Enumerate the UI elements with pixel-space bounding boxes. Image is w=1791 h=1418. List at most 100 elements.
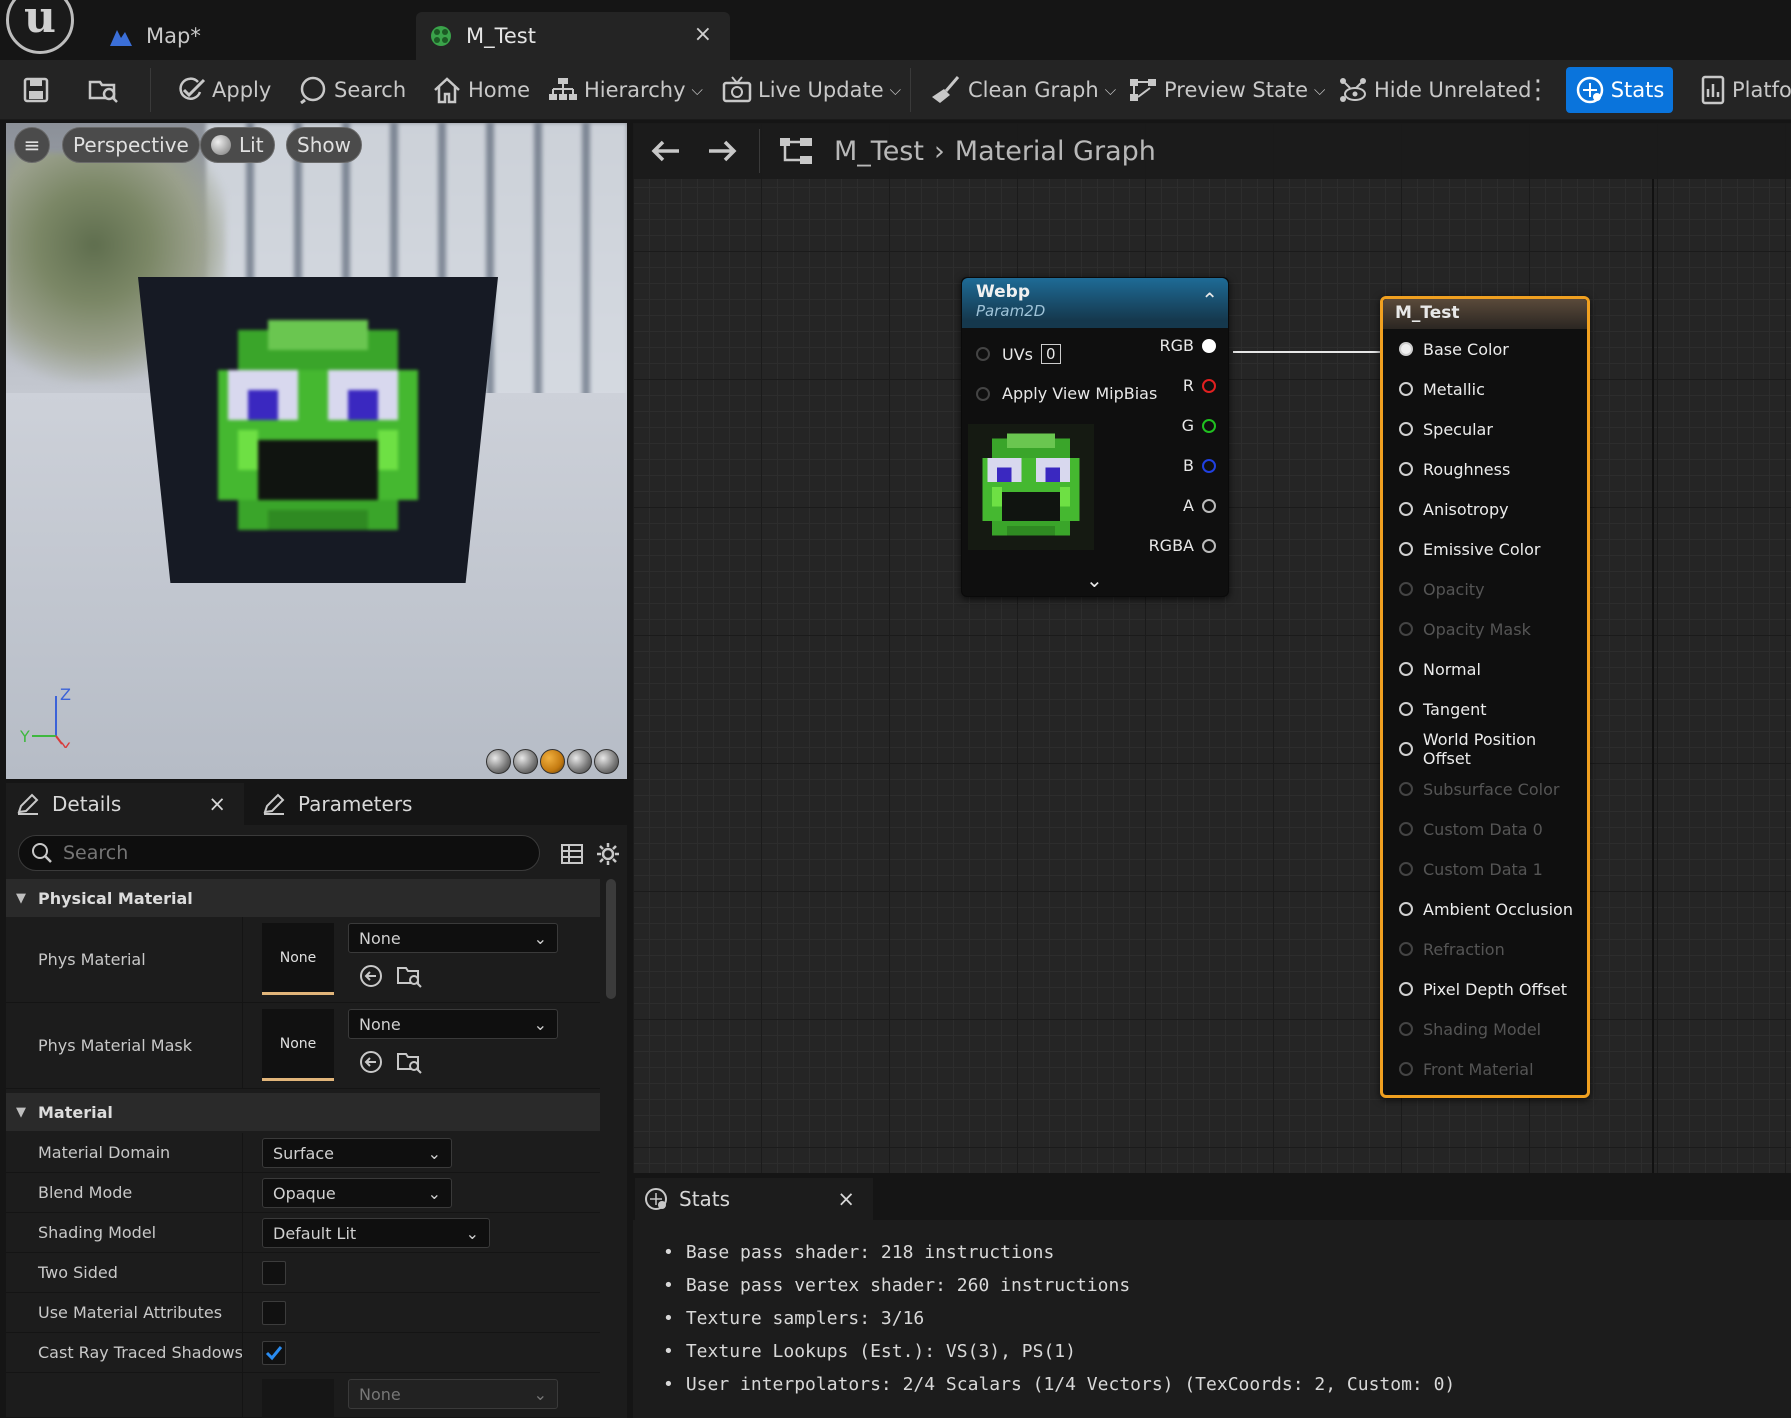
tab-parameters[interactable]: Parameters bbox=[252, 783, 532, 825]
input-pin[interactable]: Custom Data 1 bbox=[1399, 857, 1543, 881]
input-pin[interactable]: Shading Model bbox=[1399, 1017, 1541, 1041]
input-pin[interactable]: Base Color bbox=[1399, 337, 1509, 361]
pin-dot-icon bbox=[1399, 702, 1413, 716]
browse-folder-icon[interactable] bbox=[396, 1049, 424, 1075]
input-pin[interactable]: Emissive Color bbox=[1399, 537, 1540, 561]
broom-icon bbox=[932, 76, 960, 103]
input-pin[interactable]: World Position Offset bbox=[1399, 730, 1587, 768]
subsurface-profile-thumbnail[interactable] bbox=[262, 1379, 334, 1418]
phys-material-mask-thumbnail[interactable]: None bbox=[262, 1009, 334, 1081]
input-pin[interactable]: Opacity Mask bbox=[1399, 617, 1531, 641]
custom-mesh-preview-icon[interactable] bbox=[594, 749, 619, 774]
collapse-chevron-icon[interactable]: ⌃ bbox=[1201, 288, 1218, 312]
category-material[interactable]: ▼ Material bbox=[6, 1093, 600, 1131]
close-icon[interactable]: × bbox=[837, 1187, 855, 1211]
plane-preview-icon[interactable] bbox=[540, 749, 565, 774]
material-result-node[interactable]: M_Test Base Color Metallic Specular Roughne… bbox=[1380, 296, 1590, 1098]
input-pin[interactable]: Ambient Occlusion bbox=[1399, 897, 1573, 921]
uvs-value-box[interactable]: 0 bbox=[1041, 344, 1061, 364]
material-preview-viewport[interactable]: ≡ Perspective Lit Show Z Y X bbox=[6, 123, 627, 779]
input-pin[interactable]: Subsurface Color bbox=[1399, 777, 1559, 801]
close-icon[interactable]: × bbox=[694, 22, 712, 47]
input-pin[interactable]: Specular bbox=[1399, 417, 1493, 441]
tab-map[interactable]: Map* bbox=[108, 12, 408, 60]
viewport-menu-button[interactable]: ≡ bbox=[14, 127, 50, 163]
dropdown-value: Opaque bbox=[273, 1183, 336, 1203]
tab-stats[interactable]: Stats × bbox=[635, 1178, 873, 1220]
input-pin[interactable]: Roughness bbox=[1399, 457, 1510, 481]
hide-unrelated-button[interactable]: Hide Unrelated bbox=[1338, 60, 1532, 120]
browse-folder-icon[interactable] bbox=[396, 963, 424, 989]
output-pin[interactable]: B bbox=[1183, 456, 1216, 475]
live-update-icon bbox=[722, 76, 752, 103]
phys-material-picker[interactable]: None ⌄ bbox=[348, 923, 558, 953]
input-pin[interactable]: Refraction bbox=[1399, 937, 1505, 961]
shading-model-dropdown[interactable]: Default Lit ⌄ bbox=[262, 1218, 490, 1248]
pin-uvs[interactable]: UVs 0 bbox=[976, 344, 1061, 364]
subsurface-profile-picker[interactable]: None ⌄ bbox=[348, 1379, 558, 1409]
home-button[interactable]: Home bbox=[432, 60, 530, 120]
details-search-input[interactable] bbox=[63, 842, 503, 864]
input-pin[interactable]: Front Material bbox=[1399, 1057, 1534, 1081]
hierarchy-label: Hierarchy bbox=[584, 78, 686, 102]
cylinder-preview-icon[interactable] bbox=[486, 749, 511, 774]
cast-ray-traced-shadows-checkbox[interactable] bbox=[262, 1341, 286, 1365]
phys-material-thumbnail[interactable]: None bbox=[262, 923, 334, 995]
category-physical-material[interactable]: ▼ Physical Material bbox=[6, 879, 600, 917]
output-pin[interactable]: R bbox=[1183, 376, 1216, 395]
browse-button[interactable] bbox=[88, 60, 126, 120]
hierarchy-button[interactable]: Hierarchy ⌵ bbox=[548, 60, 703, 120]
output-pin[interactable]: A bbox=[1183, 496, 1216, 515]
use-material-attributes-checkbox[interactable] bbox=[262, 1301, 286, 1325]
axis-x-label: X bbox=[60, 739, 71, 748]
search-button[interactable]: Search bbox=[298, 60, 406, 120]
stats-button[interactable]: Stats bbox=[1566, 67, 1673, 113]
material-domain-dropdown[interactable]: Surface ⌄ bbox=[262, 1138, 452, 1168]
stats-icon bbox=[1576, 76, 1603, 104]
platforms-button[interactable]: Platfor bbox=[1700, 60, 1791, 120]
pin-apply-view-mipbias[interactable]: Apply View MipBias bbox=[976, 384, 1157, 403]
tab-details[interactable]: Details × bbox=[6, 783, 244, 825]
tab-m-test[interactable]: M_Test × bbox=[416, 12, 730, 60]
live-update-button[interactable]: Live Update ⌵ bbox=[722, 60, 901, 120]
texture-sample-node[interactable]: Webp Param2D ⌃ UVs 0 Apply View MipBias bbox=[961, 277, 1229, 597]
phys-material-label: Phys Material bbox=[38, 950, 146, 969]
phys-material-mask-picker[interactable]: None ⌄ bbox=[348, 1009, 558, 1039]
save-button[interactable] bbox=[22, 60, 56, 120]
expand-chevron-icon[interactable]: ⌄ bbox=[1086, 568, 1103, 592]
platforms-icon bbox=[1701, 75, 1725, 105]
use-selected-icon[interactable] bbox=[358, 963, 384, 989]
input-pin[interactable]: Custom Data 0 bbox=[1399, 817, 1543, 841]
two-sided-checkbox[interactable] bbox=[262, 1261, 286, 1285]
apply-button[interactable]: Apply bbox=[176, 60, 271, 120]
close-icon[interactable]: × bbox=[208, 792, 226, 816]
clean-graph-button[interactable]: Clean Graph ⌵ bbox=[930, 60, 1116, 120]
input-pin[interactable]: Tangent bbox=[1399, 697, 1486, 721]
settings-gear-icon[interactable] bbox=[596, 842, 620, 866]
lit-button[interactable]: Lit bbox=[200, 127, 275, 163]
output-pin[interactable]: RGB bbox=[1160, 336, 1216, 355]
sphere-preview-icon[interactable] bbox=[513, 749, 538, 774]
blend-mode-dropdown[interactable]: Opaque ⌄ bbox=[262, 1178, 452, 1208]
input-pin[interactable]: Anisotropy bbox=[1399, 497, 1509, 521]
input-pin[interactable]: Normal bbox=[1399, 657, 1481, 681]
more-options-icon[interactable]: ⋮ bbox=[1525, 60, 1551, 120]
stats-panel: Stats × Base pass shader: 218 instructio… bbox=[633, 1178, 1791, 1418]
table-view-icon[interactable] bbox=[560, 843, 584, 865]
parameters-icon bbox=[263, 793, 285, 815]
input-pin[interactable]: Opacity bbox=[1399, 577, 1485, 601]
output-pin[interactable]: G bbox=[1182, 416, 1216, 435]
use-selected-icon[interactable] bbox=[358, 1049, 384, 1075]
details-scrollbar[interactable] bbox=[606, 879, 616, 999]
pin-label: Front Material bbox=[1423, 1059, 1534, 1079]
cube-preview-icon[interactable] bbox=[567, 749, 592, 774]
parameters-tab-label: Parameters bbox=[298, 792, 413, 816]
perspective-button[interactable]: Perspective bbox=[62, 127, 200, 163]
input-pin[interactable]: Metallic bbox=[1399, 377, 1485, 401]
output-pin[interactable]: RGBA bbox=[1149, 536, 1216, 555]
show-button[interactable]: Show bbox=[286, 127, 362, 163]
unreal-logo-icon[interactable]: u bbox=[6, 0, 74, 54]
preview-state-button[interactable]: Preview State ⌵ bbox=[1128, 60, 1325, 120]
material-graph-canvas[interactable]: M_Test › Material Graph Webp Param2D ⌃ U… bbox=[633, 123, 1791, 1173]
input-pin[interactable]: Pixel Depth Offset bbox=[1399, 977, 1567, 1001]
